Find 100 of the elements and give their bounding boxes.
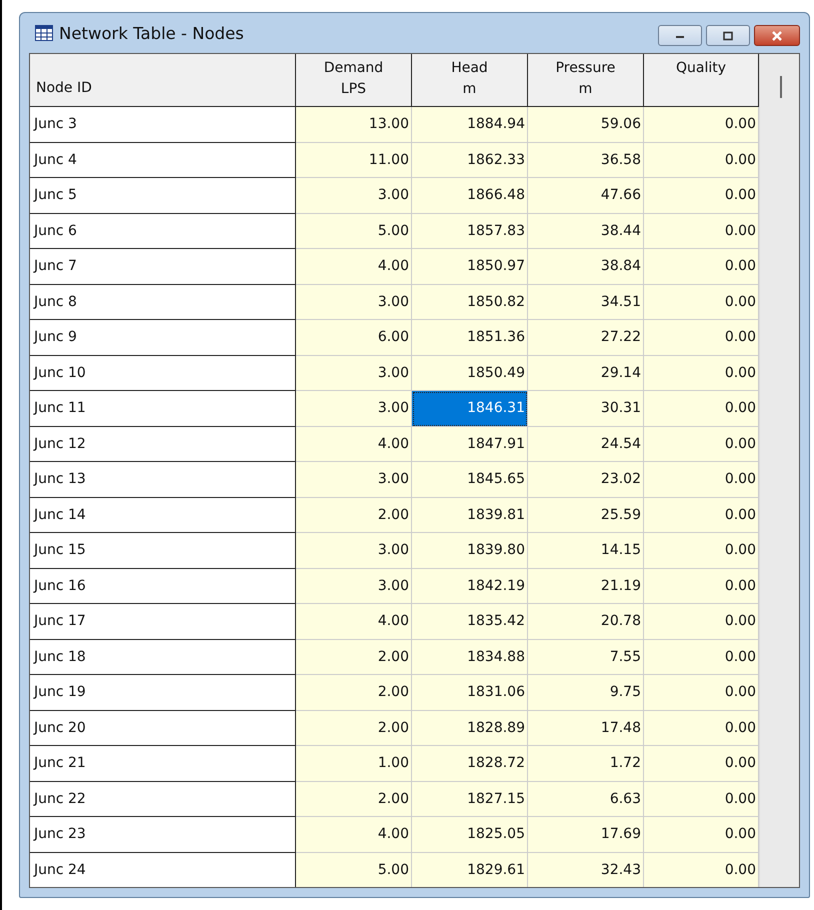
table-cell: 1857.83	[412, 214, 528, 249]
column-header[interactable]: Demand LPS	[296, 54, 412, 106]
row-header: Junc 21	[30, 746, 296, 782]
table-cell: 23.02	[528, 462, 644, 498]
table-cell: 2.00	[296, 498, 412, 533]
table-cell: 4.00	[296, 426, 412, 462]
table-cell: 1827.15	[412, 782, 528, 817]
table-cell: 38.84	[528, 249, 644, 284]
table-cell: 1866.48	[412, 178, 528, 214]
row-header: Junc 16	[30, 568, 296, 604]
table-cell: 0.00	[644, 746, 759, 782]
table-cell: 59.06	[528, 107, 644, 142]
table-cell: 2.00	[296, 640, 412, 675]
table-cell: 1825.05	[412, 817, 528, 852]
window-title: Network Table - Nodes	[59, 24, 244, 42]
table-cell: 1.72	[528, 746, 644, 782]
table-cell: 4.00	[296, 604, 412, 640]
column-header[interactable]: Node ID	[30, 54, 296, 106]
table-cell: 0.00	[644, 568, 759, 604]
row-header: Junc 12	[30, 426, 296, 462]
table-cell: 32.43	[528, 852, 644, 887]
table-cell: 3.00	[296, 462, 412, 498]
table-cell: 0.00	[644, 320, 759, 356]
table-cell: 34.51	[528, 284, 644, 320]
table-cell: 25.59	[528, 498, 644, 533]
table-icon	[35, 25, 53, 41]
table-cell: 29.14	[528, 356, 644, 391]
table-cell: 14.15	[528, 533, 644, 568]
table-cell: 1835.42	[412, 604, 528, 640]
table-cell: 20.78	[528, 604, 644, 640]
table-cell: 11.00	[296, 142, 412, 178]
column-header[interactable]: Pressure m	[528, 54, 644, 106]
row-header: Junc 23	[30, 817, 296, 852]
row-header: Junc 17	[30, 604, 296, 640]
table-cell: 0.00	[644, 710, 759, 746]
table-cell: 17.69	[528, 817, 644, 852]
row-header: Junc 11	[30, 391, 296, 426]
column-header[interactable]: Head m	[412, 54, 528, 106]
table-cell: 0.00	[644, 426, 759, 462]
table-cell: 3.00	[296, 178, 412, 214]
table-cell: 38.44	[528, 214, 644, 249]
table-cell: 4.00	[296, 817, 412, 852]
table-cell: 0.00	[644, 356, 759, 391]
table-cell: 4.00	[296, 249, 412, 284]
table-cell: 1842.19	[412, 568, 528, 604]
table-cell: 21.19	[528, 568, 644, 604]
table-cell: 0.00	[644, 462, 759, 498]
table-cell: 36.58	[528, 142, 644, 178]
close-button[interactable]	[754, 25, 800, 46]
table-cell: 0.00	[644, 178, 759, 214]
restore-icon	[722, 30, 734, 40]
restore-button[interactable]	[706, 25, 750, 46]
table-cell: 1846.31	[412, 391, 528, 426]
table-cell: 0.00	[644, 142, 759, 178]
row-header: Junc 24	[30, 852, 296, 887]
table-cell: 0.00	[644, 214, 759, 249]
table-cell: 1828.89	[412, 710, 528, 746]
table-cell: 0.00	[644, 675, 759, 710]
row-header: Junc 7	[30, 249, 296, 284]
table-cell: 7.55	[528, 640, 644, 675]
table-cell: 1829.61	[412, 852, 528, 887]
table-cell: 0.00	[644, 604, 759, 640]
table-cell: 1834.88	[412, 640, 528, 675]
row-header: Junc 9	[30, 320, 296, 356]
table-cell: 0.00	[644, 533, 759, 568]
row-header: Junc 10	[30, 356, 296, 391]
table-cell: 27.22	[528, 320, 644, 356]
row-header: Junc 6	[30, 214, 296, 249]
table-cell: 30.31	[528, 391, 644, 426]
table-cell: 1862.33	[412, 142, 528, 178]
table-cell: 0.00	[644, 852, 759, 887]
table-cell: 1839.81	[412, 498, 528, 533]
row-header: Junc 19	[30, 675, 296, 710]
table-cell: 1839.80	[412, 533, 528, 568]
table-cell: 3.00	[296, 356, 412, 391]
table-cell: 6.00	[296, 320, 412, 356]
row-header: Junc 15	[30, 533, 296, 568]
table-cell: 47.66	[528, 178, 644, 214]
row-header: Junc 13	[30, 462, 296, 498]
row-header: Junc 20	[30, 710, 296, 746]
table-cell: 9.75	[528, 675, 644, 710]
table-cell: 0.00	[644, 817, 759, 852]
table-cell: 5.00	[296, 214, 412, 249]
scrollbar[interactable]	[759, 54, 799, 887]
row-header: Junc 22	[30, 782, 296, 817]
table-cell: 3.00	[296, 533, 412, 568]
table-cell: 1851.36	[412, 320, 528, 356]
table-cell: 2.00	[296, 782, 412, 817]
table-cell: 1850.49	[412, 356, 528, 391]
row-header: Junc 8	[30, 284, 296, 320]
table-cell: 6.63	[528, 782, 644, 817]
table-cell: 1845.65	[412, 462, 528, 498]
table-cell: 1828.72	[412, 746, 528, 782]
row-header: Junc 3	[30, 107, 296, 142]
table-cell: 2.00	[296, 710, 412, 746]
table-cell: 1884.94	[412, 107, 528, 142]
row-header: Junc 18	[30, 640, 296, 675]
table-cell: 3.00	[296, 391, 412, 426]
table-cell: 0.00	[644, 107, 759, 142]
table-cell: 2.00	[296, 675, 412, 710]
